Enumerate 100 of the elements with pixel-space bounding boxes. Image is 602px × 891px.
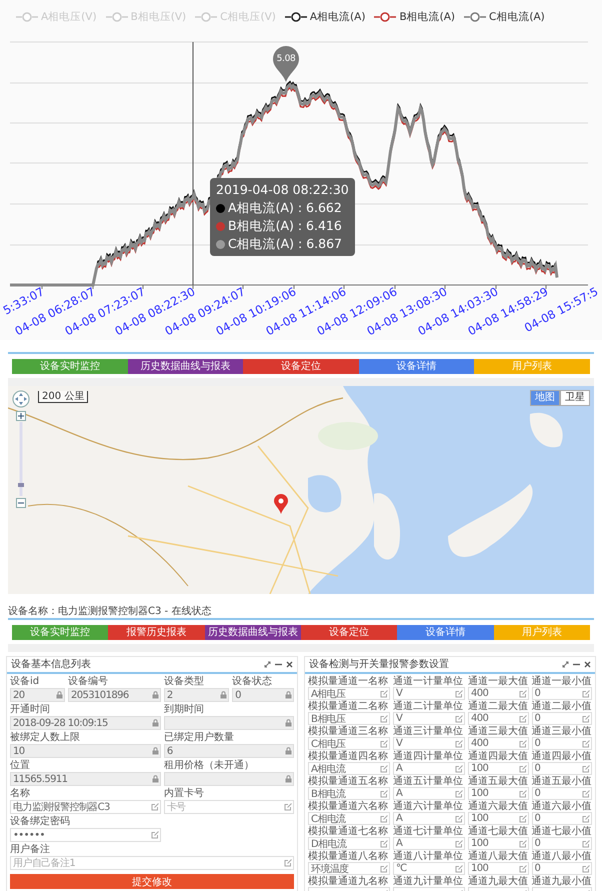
- input-field[interactable]: 100: [468, 837, 528, 850]
- input-field[interactable]: V: [393, 712, 465, 725]
- input-field[interactable]: A: [393, 787, 465, 800]
- pan-control-icon[interactable]: [12, 390, 30, 408]
- minimize-icon[interactable]: [573, 661, 580, 668]
- input-field[interactable]: B相电流: [308, 787, 390, 800]
- input-field[interactable]: 100: [468, 762, 528, 775]
- legend-item[interactable]: B相电流(A): [374, 10, 456, 24]
- input-field[interactable]: A: [393, 837, 465, 850]
- expand-icon[interactable]: [264, 661, 271, 668]
- edit-icon: [582, 690, 590, 698]
- legend-item[interactable]: A相电流(A): [284, 10, 366, 24]
- edit-icon: [284, 859, 292, 867]
- input-field[interactable]: [164, 716, 294, 730]
- edit-icon: [518, 714, 526, 722]
- field-label: 模拟量通道一名称: [308, 676, 388, 687]
- nav-tab[interactable]: 报警历史报表: [108, 625, 205, 640]
- input-field[interactable]: 0: [532, 762, 592, 775]
- nav-tab[interactable]: 历史数据曲线与报表: [204, 625, 301, 640]
- input-field[interactable]: 400: [468, 737, 528, 750]
- legend-line-icon: [195, 12, 218, 22]
- input-field[interactable]: 10: [10, 744, 161, 758]
- zoom-thumb[interactable]: [18, 482, 24, 487]
- nav-tab[interactable]: 设备定位: [243, 359, 359, 374]
- input-field[interactable]: A相电压: [308, 687, 390, 700]
- input-field[interactable]: 100: [468, 787, 528, 800]
- field-label: 被绑定人数上限: [10, 732, 80, 744]
- map-type-button[interactable]: 卫星: [560, 390, 590, 406]
- input-field[interactable]: 0: [532, 712, 592, 725]
- input-field[interactable]: ••••••: [10, 828, 161, 842]
- input-field[interactable]: A: [393, 762, 465, 775]
- input-field[interactable]: A相电流: [308, 762, 390, 775]
- nav-tab[interactable]: 设备实时监控: [12, 625, 108, 640]
- field-label: 通道八最大值: [468, 851, 528, 862]
- minimize-icon[interactable]: [275, 661, 282, 668]
- field-label: 通道六最大值: [468, 801, 528, 812]
- input-field[interactable]: 0: [532, 862, 592, 875]
- zoom-slider[interactable]: [18, 422, 24, 496]
- edit-icon: [455, 840, 463, 848]
- map-scale: 200 公里: [38, 391, 88, 403]
- input-field[interactable]: V: [393, 737, 465, 750]
- lock-icon: [152, 691, 159, 699]
- input-field[interactable]: 400: [468, 712, 528, 725]
- input-field[interactable]: 6: [164, 744, 294, 758]
- nav-tab[interactable]: 设备定位: [300, 625, 398, 640]
- nav-tab[interactable]: 历史数据曲线与报表: [128, 359, 244, 374]
- input-field[interactable]: C相电压: [308, 737, 390, 750]
- field-label: 模拟量通道六名称: [308, 801, 388, 812]
- map-type-button[interactable]: 地图: [530, 390, 560, 406]
- field-label: 通道三最大值: [468, 726, 528, 737]
- field-label: 通道二计量单位: [393, 701, 463, 712]
- nav-tab[interactable]: 设备详情: [397, 625, 494, 640]
- lock-icon: [285, 691, 292, 699]
- close-icon[interactable]: [584, 661, 591, 668]
- nav-tab[interactable]: 设备详情: [358, 359, 474, 374]
- input-field[interactable]: 0: [532, 812, 592, 825]
- input-field[interactable]: 11565.5911: [10, 772, 161, 786]
- input-field[interactable]: 0: [532, 737, 592, 750]
- input-field[interactable]: 400: [468, 687, 528, 700]
- edit-icon: [582, 840, 590, 848]
- edit-icon: [582, 740, 590, 748]
- zoom-out-icon[interactable]: [16, 498, 26, 508]
- zoom-in-icon[interactable]: [16, 411, 26, 421]
- field-label: 通道四最大值: [468, 751, 528, 762]
- field-label: 模拟量通道八名称: [308, 851, 388, 862]
- field-label: 通道八最小值: [532, 851, 592, 862]
- panel-title: 设备基本信息列表: [11, 658, 92, 672]
- input-field[interactable]: 2: [164, 688, 230, 702]
- input-field[interactable]: 20: [10, 688, 65, 702]
- input-field[interactable]: 电力监测报警控制器C3: [10, 800, 161, 814]
- field-label: 通道四计量单位: [393, 751, 463, 762]
- submit-button[interactable]: 提交修改: [10, 874, 294, 889]
- close-icon[interactable]: [286, 661, 293, 668]
- field-label: 通道三最小值: [532, 726, 592, 737]
- field-label: 设备编号: [68, 676, 108, 688]
- expand-icon[interactable]: [562, 661, 569, 668]
- input-field[interactable]: B相电压: [308, 712, 390, 725]
- input-field[interactable]: 0: [532, 837, 592, 850]
- input-field[interactable]: 100: [468, 862, 528, 875]
- legend-item[interactable]: C相电流(A): [464, 10, 545, 24]
- input-field[interactable]: A: [393, 812, 465, 825]
- input-field[interactable]: [164, 772, 294, 786]
- input-field[interactable]: 0: [532, 787, 592, 800]
- input-field[interactable]: D相电流: [308, 837, 390, 850]
- input-field[interactable]: C相电流: [308, 812, 390, 825]
- input-field[interactable]: 100: [468, 812, 528, 825]
- input-field[interactable]: 0: [532, 687, 592, 700]
- edit-icon: [518, 690, 526, 698]
- input-field[interactable]: 0: [232, 688, 294, 702]
- input-field[interactable]: 用户自己备注1: [10, 856, 294, 870]
- nav-tab[interactable]: 设备实时监控: [12, 359, 128, 374]
- input-field[interactable]: 卡号: [164, 800, 294, 814]
- tooltip-text: A相电流(A) : 6.662: [228, 199, 342, 217]
- input-field[interactable]: ℃: [393, 862, 465, 875]
- location-marker-icon[interactable]: [274, 494, 288, 514]
- field-label: 模拟量通道五名称: [308, 776, 388, 787]
- input-field[interactable]: 2018-09-28 10:09:15: [10, 716, 161, 730]
- input-field[interactable]: V: [393, 687, 465, 700]
- input-field[interactable]: 2053101896: [68, 688, 161, 702]
- input-field[interactable]: 环境温度: [308, 862, 390, 875]
